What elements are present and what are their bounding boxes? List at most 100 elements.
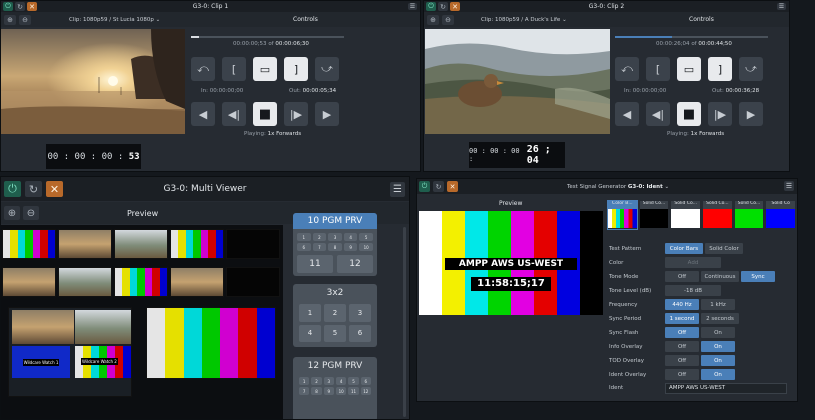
pattern-swatch[interactable]: Solid Co... xyxy=(734,201,764,229)
mv-tile[interactable] xyxy=(2,229,56,259)
mv-tile[interactable] xyxy=(58,229,112,259)
mv-tile[interactable] xyxy=(226,229,280,259)
jog-back-button[interactable]: ◀ xyxy=(191,102,215,126)
layout-10-pgm-prv[interactable]: 10 PGM PRV 1 2 3 4 5 6 7 8 9 10 11 12 xyxy=(293,213,377,276)
zoom-in-icon[interactable]: ⊕ xyxy=(427,14,439,25)
setting-option-button[interactable]: Off xyxy=(665,271,699,282)
menu-icon[interactable]: ☰ xyxy=(784,181,794,191)
layout1-slot-button[interactable]: 9 xyxy=(343,243,358,251)
preview-play-button[interactable]: ▭ xyxy=(253,57,277,81)
setting-option-button[interactable]: 440 Hz xyxy=(665,299,699,310)
layout3-slot-button[interactable]: 4 xyxy=(335,377,347,385)
setting-option-button[interactable]: On xyxy=(701,369,735,380)
mv-preview-tile[interactable] xyxy=(146,307,276,379)
setting-option-button[interactable]: On xyxy=(701,327,735,338)
pattern-swatch[interactable]: Solid Co... xyxy=(639,201,669,229)
power-icon[interactable]: ⏻ xyxy=(426,2,436,11)
setting-option-button[interactable]: Solid Color xyxy=(705,243,743,254)
zoom-out-icon[interactable]: ⊖ xyxy=(23,206,39,220)
layout3-slot-button[interactable]: 5 xyxy=(348,377,359,385)
pattern-swatch[interactable]: Solid Co... xyxy=(671,201,701,229)
setting-option-button[interactable]: 1 second xyxy=(665,313,699,324)
setting-option-button[interactable]: Off xyxy=(665,369,699,380)
power-icon[interactable]: ⏻ xyxy=(419,181,430,192)
jog-back-button[interactable]: ◀ xyxy=(615,102,639,126)
setting-option-button[interactable]: Off xyxy=(665,327,699,338)
layout1-slot-button[interactable]: 2 xyxy=(312,233,327,241)
go-to-out-button[interactable]: ⤻ xyxy=(315,57,339,81)
clip1-scrub-track[interactable] xyxy=(191,36,344,38)
zoom-out-icon[interactable]: ⊖ xyxy=(442,14,454,25)
layout3-slot-button[interactable]: 7 xyxy=(299,387,310,395)
mark-out-button[interactable]: ] xyxy=(708,57,732,81)
layout2-slot-button[interactable]: 2 xyxy=(324,304,346,322)
setting-option-button[interactable]: -18 dB xyxy=(665,285,721,296)
mv-tile[interactable] xyxy=(58,267,112,297)
menu-icon[interactable]: ☰ xyxy=(390,182,405,197)
clip1-clip-select[interactable]: Clip: 1080p59 / St Lucia 1080p ⌄ xyxy=(69,17,189,23)
layout1-slot-button[interactable]: 10 xyxy=(359,243,373,251)
setting-option-button[interactable]: 1 kHz xyxy=(701,299,735,310)
step-forward-button[interactable]: |▶ xyxy=(708,102,732,126)
layout-12-pgm-prv[interactable]: 12 PGM PRV 1 2 3 4 5 6 7 8 9 10 11 12 xyxy=(293,357,377,419)
rewind-to-in-button[interactable]: ⤺ xyxy=(191,57,215,81)
zoom-in-icon[interactable]: ⊕ xyxy=(4,206,20,220)
step-forward-button[interactable]: |▶ xyxy=(284,102,308,126)
pattern-swatch[interactable]: Color B... xyxy=(607,200,638,230)
scrollbar[interactable] xyxy=(403,227,406,417)
layout2-slot-button[interactable]: 4 xyxy=(299,324,321,342)
go-to-out-button[interactable]: ⤻ xyxy=(739,57,763,81)
mv-tile[interactable] xyxy=(170,229,224,259)
play-forward-button[interactable]: ▶ xyxy=(739,102,763,126)
layout1-slot-button[interactable]: 1 xyxy=(297,233,311,241)
mv-tile[interactable] xyxy=(170,267,224,297)
tools-icon[interactable]: ✕ xyxy=(46,181,63,197)
step-back-button[interactable]: ◀| xyxy=(222,102,246,126)
layout1-slot-button[interactable]: 3 xyxy=(328,233,342,241)
play-forward-button[interactable]: ▶ xyxy=(315,102,339,126)
clip2-scrub-track[interactable] xyxy=(615,36,768,38)
menu-icon[interactable]: ☰ xyxy=(777,3,786,10)
layout3-slot-button[interactable]: 12 xyxy=(360,387,371,395)
step-back-button[interactable]: ◀| xyxy=(646,102,670,126)
layout3-slot-button[interactable]: 2 xyxy=(311,377,322,385)
layout2-slot-button[interactable]: 6 xyxy=(349,324,371,342)
mark-in-button[interactable]: [ xyxy=(222,57,246,81)
mv-tile[interactable] xyxy=(114,229,168,259)
layout1-slot-button[interactable]: 6 xyxy=(297,243,311,251)
mv-pgm-tile[interactable]: Wildcare Watch 1 Wildcare Watch 2 xyxy=(8,307,132,397)
tools-icon[interactable]: ✕ xyxy=(450,2,460,11)
clip2-clip-select[interactable]: Clip: 1080p59 / A Duck's Life ⌄ xyxy=(481,17,601,23)
mv-tile[interactable] xyxy=(2,267,56,297)
setting-option-button[interactable]: Off xyxy=(665,341,699,352)
layout2-slot-button[interactable]: 3 xyxy=(349,304,371,322)
stop-button[interactable]: ■ xyxy=(677,102,701,126)
layout1-slot-button[interactable]: 4 xyxy=(343,233,358,241)
layout3-slot-button[interactable]: 9 xyxy=(323,387,334,395)
setting-option-button[interactable]: Add xyxy=(665,257,721,268)
mv-tile[interactable] xyxy=(114,267,168,297)
preview-play-button[interactable]: ▭ xyxy=(677,57,701,81)
pattern-swatch[interactable]: Solid Co xyxy=(766,201,796,229)
setting-option-button[interactable]: Off xyxy=(665,355,699,366)
setting-option-button[interactable]: Continuous xyxy=(701,271,739,282)
layout1-big-slot-button[interactable]: 12 xyxy=(337,255,373,273)
layout3-slot-button[interactable]: 6 xyxy=(360,377,371,385)
zoom-in-icon[interactable]: ⊕ xyxy=(4,14,16,25)
refresh-icon[interactable]: ↻ xyxy=(15,2,25,11)
layout1-big-slot-button[interactable]: 11 xyxy=(297,255,333,273)
refresh-icon[interactable]: ↻ xyxy=(433,181,444,192)
layout1-slot-button[interactable]: 8 xyxy=(328,243,342,251)
layout2-slot-button[interactable]: 5 xyxy=(324,324,346,342)
layout3-slot-button[interactable]: 8 xyxy=(311,387,322,395)
mark-out-button[interactable]: ] xyxy=(284,57,308,81)
setting-option-button[interactable]: On xyxy=(701,341,735,352)
layout2-slot-button[interactable]: 1 xyxy=(299,304,321,322)
power-icon[interactable]: ⏻ xyxy=(3,2,13,11)
setting-option-button[interactable]: Color Bars xyxy=(665,243,703,254)
rewind-to-in-button[interactable]: ⤺ xyxy=(615,57,639,81)
setting-option-button[interactable]: 2 seconds xyxy=(701,313,739,324)
setting-option-button[interactable]: On xyxy=(701,355,735,366)
mv-tile[interactable] xyxy=(226,267,280,297)
pattern-swatch[interactable]: Solid Co... xyxy=(703,201,732,229)
